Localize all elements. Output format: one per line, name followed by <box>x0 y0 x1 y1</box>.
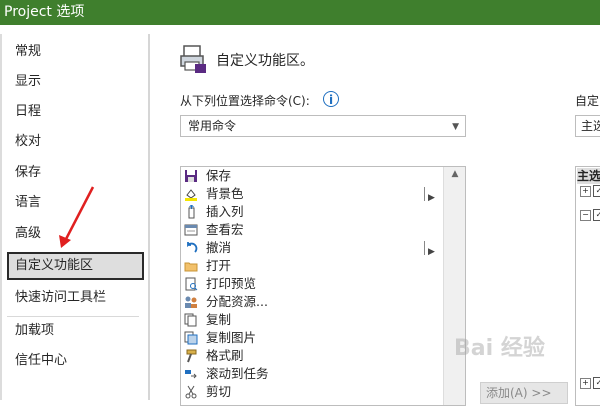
scroll-up-icon[interactable]: ▲ <box>448 169 462 183</box>
list-item[interactable]: 复制 <box>181 311 431 329</box>
customize-ribbon-label: 自定 <box>575 94 600 108</box>
insert-column-icon <box>188 205 195 219</box>
window-title: Project 选项 <box>4 4 85 20</box>
customize-ribbon-value: 主选 <box>581 119 600 133</box>
list-item-label: 打开 <box>206 258 232 273</box>
list-item-label: 剪切 <box>206 384 232 399</box>
sidebar-left-border <box>0 34 2 400</box>
customize-ribbon-icon <box>180 45 206 73</box>
commands-scrollbar[interactable]: ▲ <box>443 167 465 405</box>
list-item[interactable]: 保存 <box>181 167 431 185</box>
list-item-label: 格式刷 <box>206 348 244 363</box>
list-item[interactable]: 格式刷 <box>181 347 431 365</box>
copy-icon <box>184 313 197 327</box>
list-item[interactable]: 撤消 ▶ <box>181 239 435 257</box>
chevron-down-icon: ▼ <box>452 122 459 132</box>
scroll-to-task-icon <box>185 370 197 379</box>
collapse-icon[interactable]: − <box>580 210 591 221</box>
flyout-divider <box>424 187 425 201</box>
sidebar-item-trust-center[interactable]: 信任中心 <box>7 347 144 375</box>
list-item-label: 背景色 <box>206 186 244 201</box>
undo-icon <box>187 242 198 253</box>
list-item[interactable]: 打印预览 <box>181 275 431 293</box>
sidebar-item-proofing[interactable]: 校对 <box>7 128 144 156</box>
list-item[interactable]: 分配资源... <box>181 293 431 311</box>
sidebar-item-quick-access-toolbar[interactable]: 快速访问工具栏 <box>7 284 144 312</box>
list-item-label: 查看宏 <box>206 222 244 237</box>
sidebar-item-customize-ribbon[interactable]: 自定义功能区 <box>7 252 144 280</box>
list-item-label: 复制图片 <box>206 330 257 345</box>
list-item-label: 打印预览 <box>206 276 257 291</box>
ribbon-tree-list[interactable]: 主选 + ✓ − ✓ + ✓ <box>575 166 600 406</box>
fill-color-icon <box>185 189 197 201</box>
list-item[interactable]: 插入列 <box>181 203 431 221</box>
checkbox-icon[interactable]: ✓ <box>593 185 600 197</box>
folder-open-icon <box>184 262 198 272</box>
list-item-label: 分配资源... <box>206 294 268 309</box>
commands-listbox[interactable]: 保存 背景色 ▶ 插入列 查看宏 撤消 ▶ 打开 打印预览 分配资源... 复制… <box>180 166 466 406</box>
title-bar: Project 选项 <box>0 0 600 25</box>
add-button[interactable]: 添加(A) >> <box>480 382 568 404</box>
macro-icon <box>184 224 198 236</box>
flyout-divider <box>424 241 425 255</box>
sidebar-item-addins[interactable]: 加载项 <box>7 317 144 345</box>
list-item[interactable]: 剪切 <box>181 383 431 401</box>
list-item-label: 插入列 <box>206 204 244 219</box>
watermark-logo: Bai 经验 <box>454 336 545 361</box>
cut-icon <box>185 385 197 399</box>
list-item-label: 复制 <box>206 312 232 327</box>
list-item[interactable]: 打开 <box>181 257 431 275</box>
format-painter-icon <box>186 349 197 363</box>
choose-commands-dropdown[interactable]: 常用命令 ▼ <box>180 115 466 137</box>
save-icon <box>185 170 197 182</box>
list-item[interactable]: 复制图片 <box>181 329 431 347</box>
list-item-label: 撤消 <box>206 240 232 255</box>
customize-ribbon-dropdown[interactable]: 主选 <box>575 115 600 137</box>
sidebar-item-schedule[interactable]: 日程 <box>7 98 144 126</box>
choose-commands-value: 常用命令 <box>188 119 237 133</box>
print-preview-icon <box>185 277 198 291</box>
ribbon-tree-header: 主选 <box>577 168 600 184</box>
info-icon[interactable]: i <box>323 91 339 107</box>
checkbox-icon[interactable]: ✓ <box>593 209 600 221</box>
list-item[interactable]: 查看宏 <box>181 221 431 239</box>
choose-commands-label: 从下列位置选择命令(C): <box>180 94 310 108</box>
list-item-label: 滚动到任务 <box>206 366 269 381</box>
section-heading: 自定义功能区。 <box>216 53 314 69</box>
sidebar-item-general[interactable]: 常规 <box>7 38 144 66</box>
assign-resources-icon <box>185 296 197 308</box>
expand-icon[interactable]: + <box>580 378 591 389</box>
copy-picture-icon <box>184 331 198 345</box>
list-item[interactable]: 背景色 ▶ <box>181 185 435 203</box>
list-item-label: 保存 <box>206 168 232 183</box>
list-item[interactable]: 滚动到任务 <box>181 365 431 383</box>
sidebar-item-display[interactable]: 显示 <box>7 68 144 96</box>
sidebar-item-save[interactable]: 保存 <box>7 159 144 187</box>
checkbox-icon[interactable]: ✓ <box>593 377 600 389</box>
annotation-arrow-icon <box>59 186 95 248</box>
expand-icon[interactable]: + <box>580 186 591 197</box>
